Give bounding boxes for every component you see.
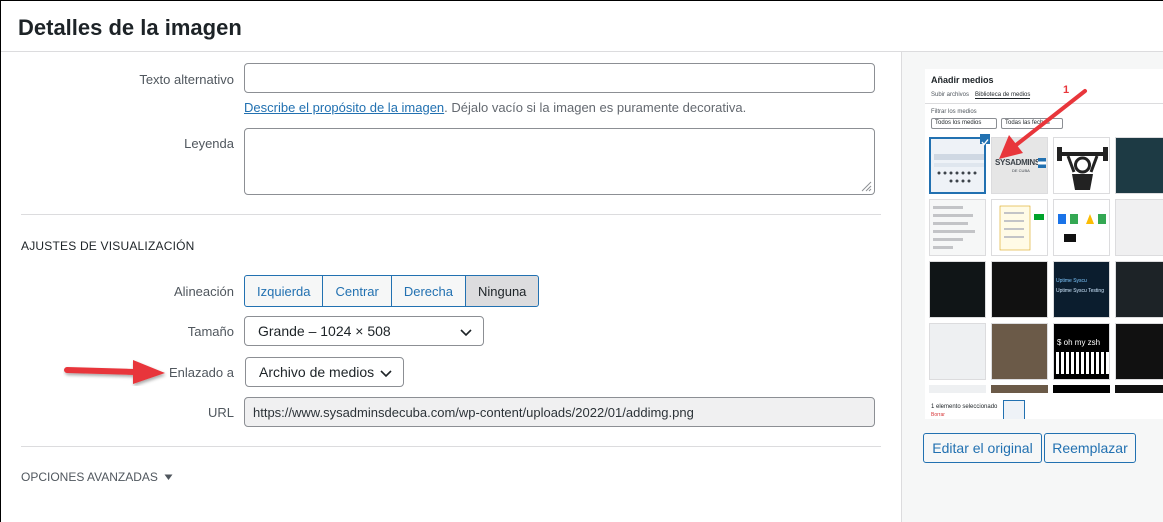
image-preview: Añadir medios Subir archivos Biblioteca … [925, 69, 1163, 419]
chevron-down-icon [380, 370, 392, 378]
drive-icons-thumb [1058, 214, 1106, 242]
dialog-thumb-icon [999, 205, 1044, 251]
preview-row-partial [929, 385, 1163, 393]
preview-tile-plain [1115, 199, 1163, 256]
section-divider [21, 446, 881, 447]
alt-text-label: Texto alternativo [139, 72, 234, 87]
alt-text-help: Describe el propósito de la imagen. Déja… [244, 100, 746, 115]
preview-tile-settings [929, 323, 986, 380]
align-center-button[interactable]: Centrar [322, 275, 392, 307]
zsh-text: $ oh my zsh [1057, 338, 1101, 347]
edit-original-button[interactable]: Editar el original [923, 433, 1042, 463]
preview-tile-dark-1 [929, 261, 986, 318]
crowd-pattern [1056, 352, 1109, 374]
caption-label: Leyenda [184, 136, 234, 151]
alt-text-help-link[interactable]: Describe el propósito de la imagen [244, 100, 444, 115]
preview-tab-upload: Subir archivos [931, 92, 970, 98]
url-field[interactable]: https://www.sysadminsdecuba.com/wp-conte… [244, 397, 875, 427]
preview-tile-uptime: Uptime Syscu Uptime Syscu Testing [1053, 261, 1110, 318]
link-to-select-value: Archivo de medios [259, 364, 375, 380]
modal-header: Detalles de la imagen [1, 1, 1163, 52]
alt-text-help-rest: . Déjalo vacío si la imagen es puramente… [444, 100, 747, 115]
preview-tile-dark-3 [1115, 261, 1163, 318]
modal-title: Detalles de la imagen [18, 15, 242, 40]
preview-mini-thumb [1003, 400, 1025, 419]
alignment-button-group: Izquierda Centrar Derecha Ninguna [244, 275, 540, 307]
uptime-text-1: Uptime Syscu [1056, 278, 1087, 284]
preview-title: Añadir medios [931, 75, 994, 85]
replace-button[interactable]: Reemplazar [1044, 433, 1136, 463]
preview-tile-terminal [1115, 137, 1163, 194]
settings-panel: Texto alternativo Describe el propósito … [1, 52, 901, 522]
resize-handle-icon[interactable] [860, 180, 872, 192]
preview-tile-dialog [991, 199, 1048, 256]
link-to-select[interactable]: Archivo de medios [245, 357, 404, 387]
annotation-arrow-icon [64, 360, 165, 384]
preview-filter-label: Filtrar los medios [931, 109, 977, 115]
preview-tile-drive [1053, 199, 1110, 256]
alignment-label: Alineación [174, 284, 234, 299]
uptime-text-2: Uptime Syscu Testing [1056, 288, 1104, 294]
screenshot-thumb-icon [934, 154, 984, 183]
preview-tile-console [1115, 323, 1163, 380]
size-select-value: Grande – 1024 × 508 [258, 323, 391, 339]
caret-down-icon [164, 474, 173, 480]
preview-tile-form [929, 199, 986, 256]
caption-textarea[interactable] [244, 128, 875, 195]
preview-tile-dark-2 [991, 261, 1048, 318]
selected-check-icon [980, 134, 990, 146]
align-left-button[interactable]: Izquierda [244, 275, 324, 307]
chevron-down-icon [460, 329, 472, 337]
size-select[interactable]: Grande – 1024 × 508 [244, 316, 484, 346]
align-right-button[interactable]: Derecha [390, 275, 466, 307]
alt-text-input[interactable] [244, 63, 875, 93]
image-preview-sidebar: Añadir medios Subir archivos Biblioteca … [901, 52, 1163, 522]
size-label: Tamaño [187, 324, 234, 339]
preview-footer: 1 elemento seleccionado [931, 404, 998, 410]
display-settings-title: Ajustes de visualización [21, 239, 195, 253]
annotation-number: 1 [1063, 84, 1070, 96]
preview-footer-clear: Borrar [931, 412, 945, 418]
preview-tile-selected [929, 137, 986, 194]
url-label: URL [207, 405, 234, 420]
preview-tile-zsh: $ oh my zsh [1053, 323, 1110, 380]
section-divider [21, 214, 881, 215]
preview-tile-photo [991, 323, 1048, 380]
advanced-options-toggle[interactable]: Opciones avanzadas [21, 470, 173, 484]
annotation-arrow-icon [999, 89, 1087, 159]
align-none-button[interactable]: Ninguna [464, 275, 540, 307]
preview-filter-type: Todos los medios [931, 118, 997, 129]
form-thumb-icon [933, 206, 975, 249]
advanced-options-label: Opciones avanzadas [21, 470, 158, 484]
